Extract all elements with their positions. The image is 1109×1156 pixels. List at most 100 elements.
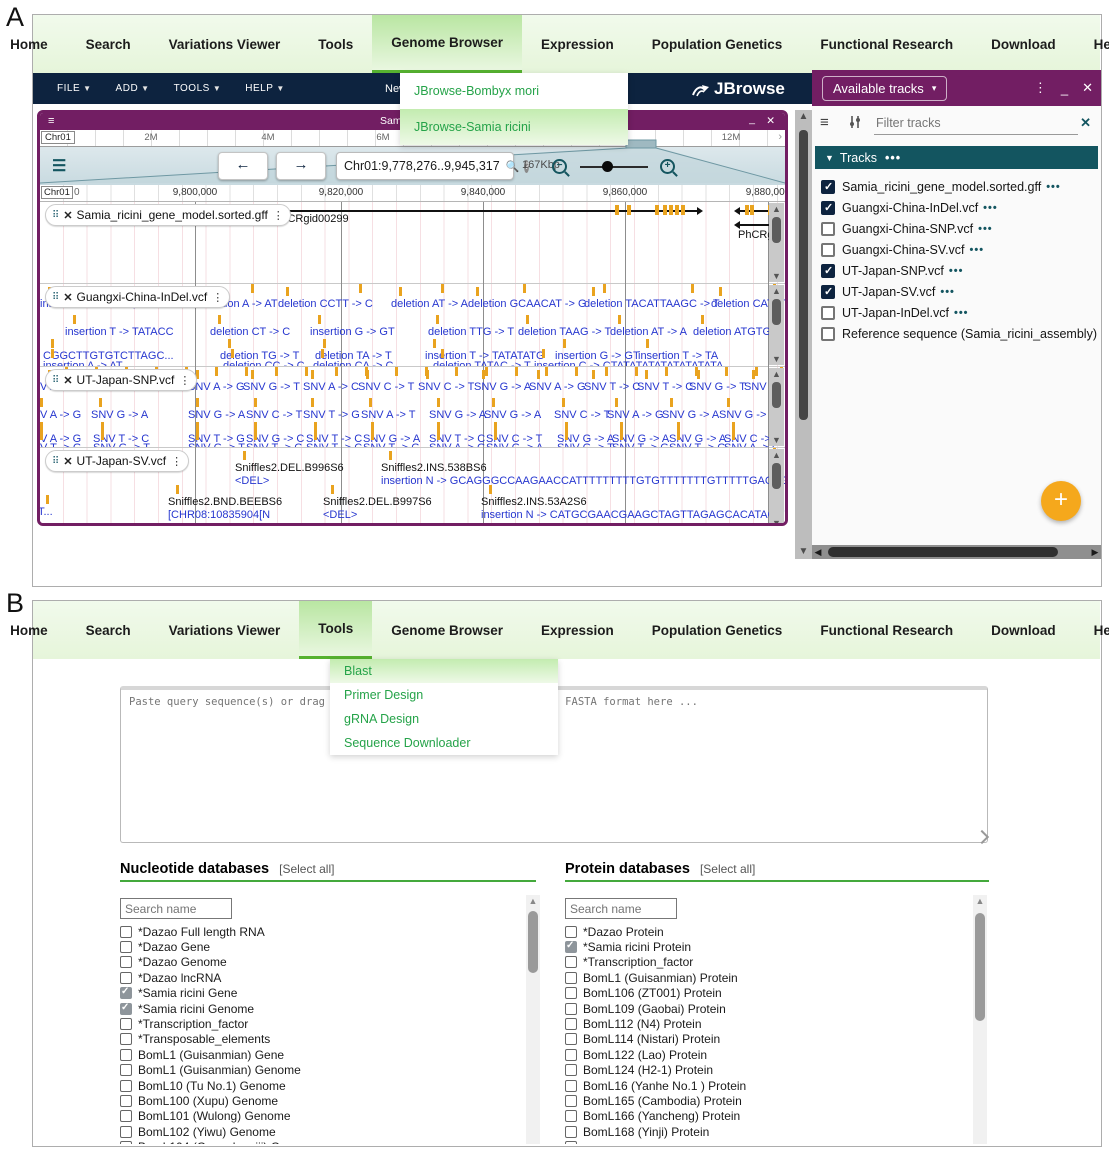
drawer-vertical-scrollbar[interactable]: ▲ ▼ xyxy=(795,110,812,559)
variant-feature[interactable]: SNV A -> C xyxy=(303,381,359,393)
view-menu-icon[interactable]: ≡ xyxy=(48,115,54,127)
variant-tick-icon[interactable] xyxy=(359,284,362,293)
nav-item[interactable]: Download xyxy=(972,15,1075,73)
variant-feature[interactable]: SNV G -> A xyxy=(474,381,531,393)
drawer-track-row[interactable]: Guangxi-China-SNP.vcf ••• xyxy=(815,218,1098,239)
zoom-in-icon[interactable]: + xyxy=(660,159,675,174)
menubar-item[interactable]: HELP▼ xyxy=(245,83,285,94)
db-checkbox[interactable] xyxy=(565,956,577,968)
exon-block[interactable] xyxy=(655,205,659,215)
db-checkbox[interactable] xyxy=(120,1095,132,1107)
nucleotide-search-input[interactable] xyxy=(120,898,232,919)
sv-feature[interactable]: T... xyxy=(40,506,53,519)
variant-feature[interactable]: SNV G -> T xyxy=(243,381,300,393)
variant-tick-icon[interactable] xyxy=(245,367,248,376)
track-checkbox[interactable] xyxy=(821,180,835,194)
exon-block[interactable] xyxy=(681,205,685,215)
variant-feature[interactable]: SNV T -> C xyxy=(637,381,693,393)
db-list-item[interactable]: BomL10 (Tu No.1) Genome xyxy=(120,1078,520,1093)
variant-feature[interactable]: SNV C -> T xyxy=(246,409,302,421)
dropdown-item[interactable]: Sequence Downloader xyxy=(330,731,558,755)
track-checkbox[interactable] xyxy=(821,327,835,341)
pan-left-button[interactable]: ← xyxy=(218,152,268,180)
db-list-item[interactable]: BomL112 (N4) Protein xyxy=(565,1016,965,1031)
track-close-icon[interactable]: ✕ xyxy=(63,455,72,468)
drag-handle-icon[interactable]: ⠿ xyxy=(52,456,59,467)
nav-item[interactable]: Tools xyxy=(299,601,372,659)
drawer-track-row[interactable]: Reference sequence (Samia_ricini_assembl… xyxy=(815,323,1098,344)
variant-tick-icon[interactable] xyxy=(523,284,526,293)
nucleotide-scrollbar[interactable]: ▲ xyxy=(526,895,540,1144)
scroll-up-icon[interactable]: ▲ xyxy=(526,895,540,907)
db-list-item[interactable]: *Samia ricini Gene xyxy=(120,986,520,1001)
variant-feature[interactable]: SNV T -> G xyxy=(303,409,360,421)
variant-feature[interactable]: SNV G -> T xyxy=(719,409,776,421)
db-list-item[interactable]: BomL124 (H2-1) Protein xyxy=(565,1063,965,1078)
variant-feature[interactable]: deletion TATAC -> T xyxy=(433,360,531,367)
variant-tick-icon[interactable] xyxy=(545,367,548,376)
dropdown-item[interactable]: JBrowse-Bombyx mori xyxy=(400,73,628,109)
db-checkbox[interactable] xyxy=(120,1018,132,1030)
db-list-item[interactable]: *Transposable_elements xyxy=(120,1032,520,1047)
nav-item[interactable]: Help xyxy=(1075,15,1109,73)
exon-block[interactable] xyxy=(663,205,667,215)
nav-item[interactable]: Home xyxy=(0,15,67,73)
protein-select-all-link[interactable]: [Select all] xyxy=(700,862,755,876)
variant-feature[interactable]: SNV G -> A xyxy=(188,409,245,421)
scroll-up-icon[interactable]: ▲ xyxy=(769,449,784,461)
scroll-down-icon[interactable]: ▼ xyxy=(795,545,812,559)
scroll-down-icon[interactable]: ▼ xyxy=(769,517,784,526)
nav-item[interactable]: Genome Browser xyxy=(372,601,522,659)
db-list-item[interactable]: *Transcription_factor xyxy=(565,955,965,970)
menubar-item[interactable]: FILE▼ xyxy=(57,83,92,94)
track-row-menu-icon[interactable]: ••• xyxy=(978,223,993,235)
variant-tick-icon[interactable] xyxy=(455,367,458,376)
exon-block[interactable] xyxy=(745,205,749,215)
variant-tick-icon[interactable] xyxy=(485,367,488,376)
variant-feature[interactable]: deletion TACATTAAGC -> T xyxy=(584,298,720,310)
variant-feature[interactable]: deletion AT -> A xyxy=(391,298,468,310)
exon-block[interactable] xyxy=(669,205,673,215)
scroll-thumb[interactable] xyxy=(528,911,538,973)
nav-item[interactable]: Download xyxy=(972,601,1075,659)
db-list-item[interactable]: BomL16 (Yanhe No.1 ) Protein xyxy=(565,1078,965,1093)
db-list-item[interactable]: BomL101 (Wulong) Genome xyxy=(120,1109,520,1124)
scroll-thumb[interactable] xyxy=(975,913,985,1021)
variant-feature[interactable]: SNV C -> T xyxy=(358,381,414,393)
track-row-menu-icon[interactable]: ••• xyxy=(983,202,998,214)
drawer-title-dropdown[interactable]: Available tracks ▾ xyxy=(822,76,947,101)
db-checkbox[interactable] xyxy=(120,1049,132,1061)
db-checkbox[interactable] xyxy=(565,1110,577,1122)
scroll-right-icon[interactable]: ▶ xyxy=(1089,545,1101,559)
db-checkbox[interactable] xyxy=(120,1064,132,1076)
sv-feature[interactable]: Sniffles2.BND.BEEBS6[CHR08:10835904[N xyxy=(168,496,282,522)
zoom-slider[interactable] xyxy=(580,166,648,168)
variant-feature[interactable]: deletion CCTT -> C xyxy=(278,298,373,310)
db-list-item[interactable]: BomL106 (ZT001) Protein xyxy=(565,986,965,1001)
sv-feature[interactable]: Sniffles2.DEL.B997S6<DEL> xyxy=(323,496,432,522)
variant-tick-icon[interactable] xyxy=(275,367,278,376)
drawer-track-row[interactable]: Samia_ricini_gene_model.sorted.gff ••• xyxy=(815,176,1098,197)
nav-item[interactable]: Search xyxy=(67,601,150,659)
hamburger-icon[interactable]: ≡ xyxy=(820,114,829,131)
scroll-thumb[interactable] xyxy=(772,299,781,325)
scroll-down-icon[interactable]: ▼ xyxy=(769,434,784,446)
variant-feature[interactable]: insertion C -> CTATATATATATATATATA xyxy=(534,360,723,367)
track-checkbox[interactable] xyxy=(821,306,835,320)
track-scrollbar[interactable]: ▲▼ xyxy=(769,285,784,365)
filter-tracks-input[interactable] xyxy=(874,112,1078,135)
scroll-thumb[interactable] xyxy=(772,382,781,408)
track-label-chip[interactable]: ⠿✕ Guangxi-China-InDel.vcf ⋮ xyxy=(45,286,230,308)
db-list-item[interactable] xyxy=(565,1139,965,1144)
db-checkbox[interactable] xyxy=(120,987,132,999)
variant-feature[interactable]: deletion CT -> C xyxy=(210,326,290,338)
db-checkbox[interactable] xyxy=(565,941,577,953)
variant-feature[interactable]: deletion TAAG -> T xyxy=(518,326,611,338)
track-gene-model[interactable]: PhCRgid00299 PhCRg ⠿✕ Samia_ricini_gene_… xyxy=(40,202,785,284)
drawer-track-row[interactable]: UT-Japan-SV.vcf ••• xyxy=(815,281,1098,302)
nav-item[interactable]: Expression xyxy=(522,601,633,659)
location-search-box[interactable]: Chr01:9,778,276..9,945,317 🔍 ? xyxy=(336,152,514,180)
track-row-menu-icon[interactable]: ••• xyxy=(949,265,964,277)
track-checkbox[interactable] xyxy=(821,285,835,299)
zoom-slider-handle[interactable] xyxy=(602,161,613,172)
